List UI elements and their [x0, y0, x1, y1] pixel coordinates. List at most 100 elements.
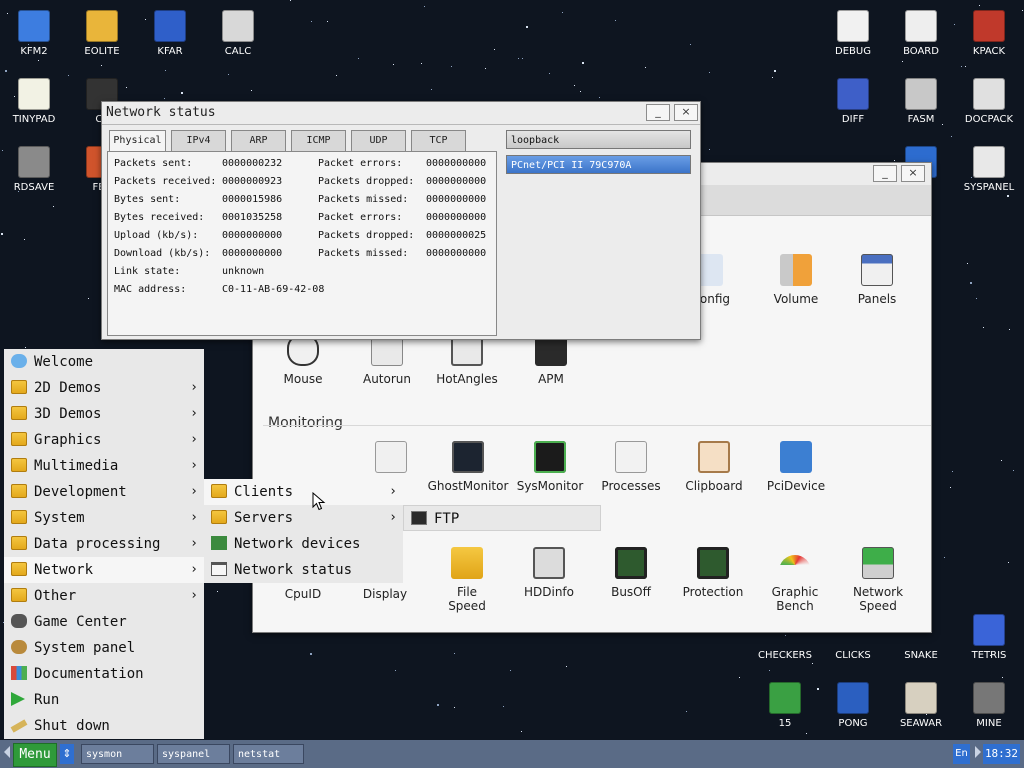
tab-arp[interactable]: ARP — [231, 130, 286, 152]
desktop-icon-debug[interactable]: DEBUG — [819, 2, 887, 68]
clock[interactable]: 18:32 — [983, 744, 1020, 764]
stat-value: 0000000000 — [222, 230, 283, 241]
desktop-icon-kfar[interactable]: KFAR — [136, 2, 204, 68]
panel-item-autorun[interactable]: Autorun — [343, 328, 431, 408]
desktop-icon-rdsave[interactable]: RDSAVE — [0, 138, 68, 204]
windows-stack-icon — [615, 441, 647, 473]
close-button[interactable]: × — [674, 104, 698, 121]
tab-udp[interactable]: UDP — [351, 130, 406, 152]
stat-value: 0000000000 — [426, 212, 487, 223]
menu-button[interactable]: Menu — [13, 743, 57, 767]
menu-item-welcome[interactable]: Welcome — [4, 349, 204, 375]
stat-label: Packets received: — [114, 176, 217, 187]
star — [53, 206, 54, 207]
menu-item-system-panel[interactable]: System panel — [4, 635, 204, 661]
star — [976, 298, 977, 299]
desktop-icon-tinypad[interactable]: TINYPAD — [0, 70, 68, 136]
desktop-icon-eolite[interactable]: EOLITE — [68, 2, 136, 68]
desktop-icon-syspanel[interactable]: SYSPANEL — [955, 138, 1023, 204]
panel-item-mouse[interactable]: Mouse — [259, 328, 347, 408]
taskbar-task-sysmon[interactable]: sysmon — [81, 744, 154, 764]
panel-item-hotangles[interactable]: HotAngles — [423, 328, 511, 408]
desktop-icon-kfm2[interactable]: KFM2 — [0, 2, 68, 68]
close-button[interactable]: × — [901, 165, 925, 182]
taskbar-task-syspanel[interactable]: syspanel — [157, 744, 230, 764]
menu-item-shut-down[interactable]: Shut down — [4, 713, 204, 739]
taskbar-right-arrow-icon[interactable] — [975, 746, 981, 758]
tab-tcp[interactable]: TCP — [411, 130, 466, 152]
language-indicator[interactable]: En — [953, 744, 970, 764]
desktop-icon-15[interactable]: 15 — [751, 674, 819, 740]
floppy-icon — [18, 10, 50, 42]
panel-item-busoff[interactable]: BusOff — [587, 541, 675, 621]
star — [164, 98, 165, 99]
panel-item-clipboard[interactable]: Clipboard — [670, 435, 758, 515]
panel-item-volume[interactable]: Volume — [752, 248, 840, 328]
tab-physical[interactable]: Physical — [109, 130, 166, 153]
star — [510, 670, 511, 671]
star — [454, 653, 455, 654]
star — [395, 670, 396, 671]
menu-item-documentation[interactable]: Documentation — [4, 661, 204, 687]
menu-item-data-processing[interactable]: Data processing › — [4, 531, 204, 557]
star — [1013, 470, 1014, 471]
star — [24, 239, 25, 240]
desktop-icon-mine[interactable]: MINE — [955, 674, 1023, 740]
folder-icon — [11, 510, 27, 524]
tab-ipv4[interactable]: IPv4 — [171, 130, 226, 152]
star — [431, 89, 432, 90]
submenu-item-ftp[interactable]: FTP — [404, 506, 602, 532]
panel-item-graphicbench[interactable]: Graphic Bench — [751, 541, 839, 621]
panel-item-apm[interactable]: APM — [507, 328, 595, 408]
minimize-button[interactable]: _ — [646, 104, 670, 121]
desktop-icon-board[interactable]: BOARD — [887, 2, 955, 68]
menu-item-game-center[interactable]: Game Center — [4, 609, 204, 635]
desktop-icon-diff[interactable]: DIFF — [819, 70, 887, 136]
minimize-button[interactable]: _ — [873, 165, 897, 182]
desktop-icon-seawar[interactable]: SEAWAR — [887, 674, 955, 740]
tab-icmp[interactable]: ICMP — [291, 130, 346, 152]
desktop-icon-pong[interactable]: PONG — [819, 674, 887, 740]
desktop-icon-tetris[interactable]: TETRIS — [955, 606, 1023, 672]
panel-item-protection[interactable]: Protection — [669, 541, 757, 621]
desktop-icon-calc[interactable]: CALC — [204, 2, 272, 68]
submenu-item-clients[interactable]: Clients › — [204, 479, 403, 505]
panel-item-sysmonitor[interactable]: SysMonitor — [506, 435, 594, 515]
interface-loopback[interactable]: loopback — [506, 130, 691, 149]
desktop-icon-kpack[interactable]: KPACK — [955, 2, 1023, 68]
panel-item-ghostmonitor[interactable]: GhostMonitor — [424, 435, 512, 515]
star — [615, 20, 616, 21]
menu-item-3d-demos[interactable]: 3D Demos › — [4, 401, 204, 427]
switch-button[interactable]: ⇕ — [60, 744, 74, 764]
interface-pcnet[interactable]: PCnet/PCI II 79C970A — [506, 155, 691, 174]
welcome-icon — [11, 354, 27, 368]
menu-item-development[interactable]: Development › — [4, 479, 204, 505]
play-icon — [11, 692, 25, 706]
cabinet-icon — [973, 78, 1005, 110]
panel-item-filespeed[interactable]: File Speed — [423, 541, 511, 621]
menu-item-run[interactable]: Run — [4, 687, 204, 713]
menu-item-network[interactable]: Network › — [4, 557, 204, 583]
menu-item-2d-demos[interactable]: 2D Demos › — [4, 375, 204, 401]
submenu-item-network-status[interactable]: Network status — [204, 557, 403, 583]
taskbar-task-netstat[interactable]: netstat — [233, 744, 304, 764]
submenu-item-network-devices[interactable]: Network devices — [204, 531, 403, 557]
stat-value: unknown — [222, 266, 265, 277]
window-title[interactable]: Network status — [102, 102, 700, 124]
menu-item-graphics[interactable]: Graphics › — [4, 427, 204, 453]
taskbar-left-arrow-icon[interactable] — [4, 746, 10, 758]
menu-item-system[interactable]: System › — [4, 505, 204, 531]
archive-icon — [154, 10, 186, 42]
mine-icon — [973, 682, 1005, 714]
panel-item-networkspeed[interactable]: Network Speed — [834, 541, 922, 621]
menu-item-multimedia[interactable]: Multimedia › — [4, 453, 204, 479]
desktop-icon-docpack[interactable]: DOCPACK — [955, 70, 1023, 136]
menu-item-other[interactable]: Other › — [4, 583, 204, 609]
star — [358, 58, 359, 59]
panel-item-processes[interactable]: Processes — [587, 435, 675, 515]
panel-item-pcidevice[interactable]: PciDevice — [752, 435, 840, 515]
panel-item-hddinfo[interactable]: HDDinfo — [505, 541, 593, 621]
desktop-icon-fasm[interactable]: FASM — [887, 70, 955, 136]
submenu-item-servers[interactable]: Servers › — [204, 505, 403, 531]
panel-item-panels[interactable]: Panels — [833, 248, 921, 328]
